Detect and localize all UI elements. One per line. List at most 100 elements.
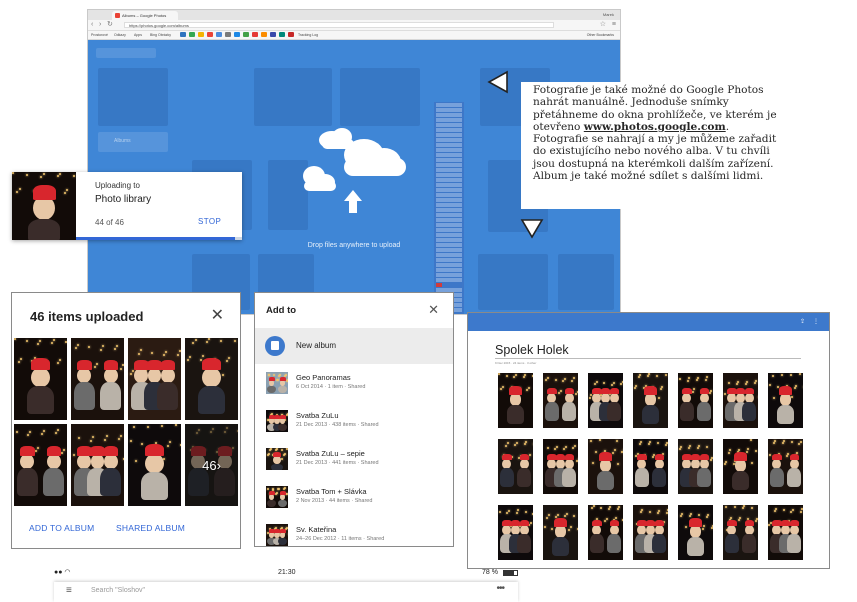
album-photo-thumbnail[interactable] [543,439,578,494]
album-option[interactable]: Geo Panoramas 6 Oct 2014 · 1 item · Share… [255,369,453,407]
album-photo-thumbnail[interactable] [633,373,668,428]
santa-hat [779,386,792,395]
album-option[interactable]: Sv. Kateřina 24–26 Dec 2012 · 11 items · … [255,521,453,546]
uploaded-photo-thumbnail[interactable] [14,338,67,420]
fairy-light [556,513,559,516]
album-option[interactable]: Svatba ZuLu 21 Dec 2013 · 438 items · Sha… [255,407,453,445]
fairy-light [785,454,788,457]
santa-hat [600,387,611,395]
fairy-light [600,506,603,509]
more-dots-icon[interactable]: ••• [496,583,504,594]
fairy-light [693,388,696,391]
fairy-light [727,451,730,454]
fairy-light [648,442,651,445]
uploaded-photo-thumbnail[interactable] [14,424,67,506]
uploaded-photo-thumbnail[interactable] [71,338,124,420]
bookmark-favicon-icon[interactable] [243,32,249,37]
album-photo-thumbnail[interactable] [543,505,578,560]
album-photo-thumbnail[interactable] [768,373,803,428]
photo-body [697,402,712,422]
stop-upload-button[interactable]: STOP [198,217,221,226]
bookmark-favicon-icon[interactable] [216,32,222,37]
album-photo-thumbnail[interactable] [588,439,623,494]
album-photo-thumbnail[interactable] [723,439,758,494]
album-photo-thumbnail[interactable] [633,505,668,560]
album-photo-thumbnail[interactable] [633,439,668,494]
bookmark-favicon-icon[interactable] [270,32,276,37]
bookmark-favicon-icon[interactable] [261,32,267,37]
url-field[interactable]: https://photos.google.com/albums [124,22,554,28]
share-icon[interactable]: ⇪ [800,313,805,331]
fairy-light [749,439,752,441]
bookmark-item[interactable]: Odkazy [114,31,126,39]
uploaded-photo-thumbnail[interactable] [128,338,181,420]
santa-hat [519,519,530,527]
album-photo-thumbnail[interactable] [543,373,578,428]
bookmark-item[interactable]: Apps [134,31,142,39]
album-option[interactable]: Svatba Tom + Slávka 2 Nov 2013 · 44 items… [255,483,453,521]
album-photo-thumbnail[interactable] [678,505,713,560]
album-photo-thumbnail[interactable] [498,439,533,494]
browser-menu-icon[interactable]: ≡ [612,20,616,30]
bookmark-favicon-icon[interactable] [288,32,294,37]
other-bookmarks[interactable]: Other Bookmarks [587,31,614,39]
album-photo-thumbnail[interactable] [723,373,758,428]
bookmark-favicon-icon[interactable] [180,32,186,37]
phone-search-input[interactable]: Search "Sloshov" [91,587,145,594]
bookmark-favicon-icon[interactable] [189,32,195,37]
album-option[interactable]: Svatba ZuLu – sepie 21 Dec 2013 · 441 ite… [255,445,453,483]
fairy-light [545,379,548,382]
album-photo-thumbnail[interactable] [678,373,713,428]
bookmark-favicon-icon[interactable] [225,32,231,37]
uploaded-photo-thumbnail[interactable] [128,424,181,506]
new-album-option[interactable]: New album [255,328,453,364]
album-photo-thumbnail[interactable] [768,505,803,560]
phone-search-bar[interactable]: ≡ Search "Sloshov" ••• [54,582,518,602]
santa-hat [682,387,692,395]
bookmark-favicon-icon[interactable] [234,32,240,37]
photos-website-link[interactable]: www.photos.google.com [584,121,726,133]
uploaded-photo-thumbnail[interactable] [71,424,124,506]
album-photo-thumbnail[interactable] [723,505,758,560]
album-photo-thumbnail[interactable] [678,439,713,494]
add-to-album-button[interactable]: ADD TO ALBUM [29,523,94,533]
photo-body [278,423,287,432]
reload-icon[interactable]: ↻ [107,20,113,30]
more-photos-overlay[interactable]: 46 › [185,424,238,506]
album-photo-thumbnail[interactable] [498,505,533,560]
bookmark-item[interactable]: Bing Obrázky [150,31,171,39]
album-photo-thumbnail[interactable] [768,439,803,494]
bookmark-item[interactable]: Prostorové [91,31,108,39]
more-dots-icon[interactable]: ⋮ [813,313,819,331]
bookmark-favicon-icon[interactable] [207,32,213,37]
close-icon[interactable]: ✕ [211,305,224,325]
back-icon[interactable]: ‹ [91,20,93,30]
dragged-file-row [436,183,462,187]
fairy-light [771,374,774,377]
fairy-light [501,386,504,389]
uploaded-photo-thumbnail[interactable] [185,338,238,420]
close-icon[interactable]: ✕ [428,302,439,318]
chevron-right-icon: › [216,457,221,473]
fairy-light [59,172,62,175]
fairy-light [507,509,510,512]
shared-album-button[interactable]: SHARED ALBUM [116,523,185,533]
bookmark-favicon-icon[interactable] [252,32,258,37]
forward-icon[interactable]: › [99,20,101,30]
photo-body [506,405,525,424]
hamburger-menu-icon[interactable]: ≡ [66,585,72,596]
album-photo-thumbnail[interactable] [588,505,623,560]
uploaded-photo-thumbnail[interactable]: 46 › [185,424,238,506]
bookmark-favicon-icon[interactable] [279,32,285,37]
fairy-light [782,509,785,512]
album-photo-thumbnail[interactable] [588,373,623,428]
fairy-light [735,383,738,386]
star-icon[interactable]: ☆ [600,20,606,30]
santa-hat [103,359,119,370]
fairy-light [63,191,66,194]
bookmark-item[interactable]: Tracking Log [298,31,318,39]
fairy-light [121,364,124,367]
browser-tab[interactable]: Albums – Google Photos [112,11,178,20]
album-photo-thumbnail[interactable] [498,373,533,428]
bookmark-favicon-icon[interactable] [198,32,204,37]
